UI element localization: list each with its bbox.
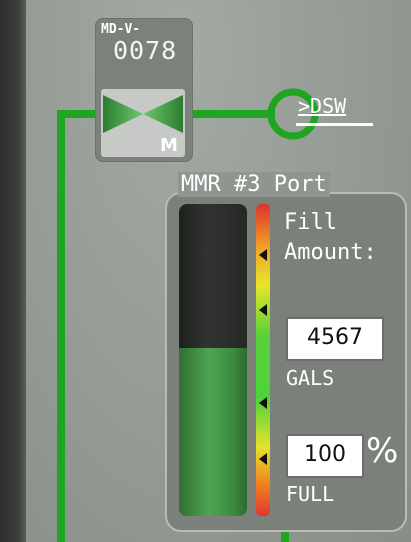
fill-percent-label: FULL	[286, 482, 335, 506]
fill-amount-unit: GALS	[286, 366, 335, 390]
fill-percent-symbol: %	[366, 431, 399, 471]
valve-mode-indicator: M	[160, 135, 178, 156]
gauge-marker-high	[259, 304, 267, 316]
valve-id-number: 0078	[113, 36, 178, 65]
valve-right-triangle	[143, 95, 183, 133]
tank-fill-level	[179, 347, 247, 516]
gauge-marker-low-low	[259, 453, 267, 465]
gauge-marker-high-high	[259, 249, 267, 261]
valve-left-triangle	[103, 95, 143, 133]
fill-label-line2: Amount:	[284, 240, 377, 265]
destination-link-dsw[interactable]: >DSW	[298, 94, 346, 118]
fill-amount-value: 4567	[286, 317, 384, 361]
pipe-left-vertical	[57, 111, 65, 542]
valve-id-prefix: MD-V-	[101, 22, 141, 37]
gauge-marker-low	[259, 397, 267, 409]
fill-percent-value: 100	[286, 434, 364, 478]
destination-underline	[296, 123, 373, 126]
pipe-valve-outlet	[185, 110, 275, 118]
fill-label-line1: Fill	[284, 210, 337, 235]
tank-level-bar	[179, 204, 247, 516]
tank-group-title: MMR #3 Port	[178, 172, 330, 197]
